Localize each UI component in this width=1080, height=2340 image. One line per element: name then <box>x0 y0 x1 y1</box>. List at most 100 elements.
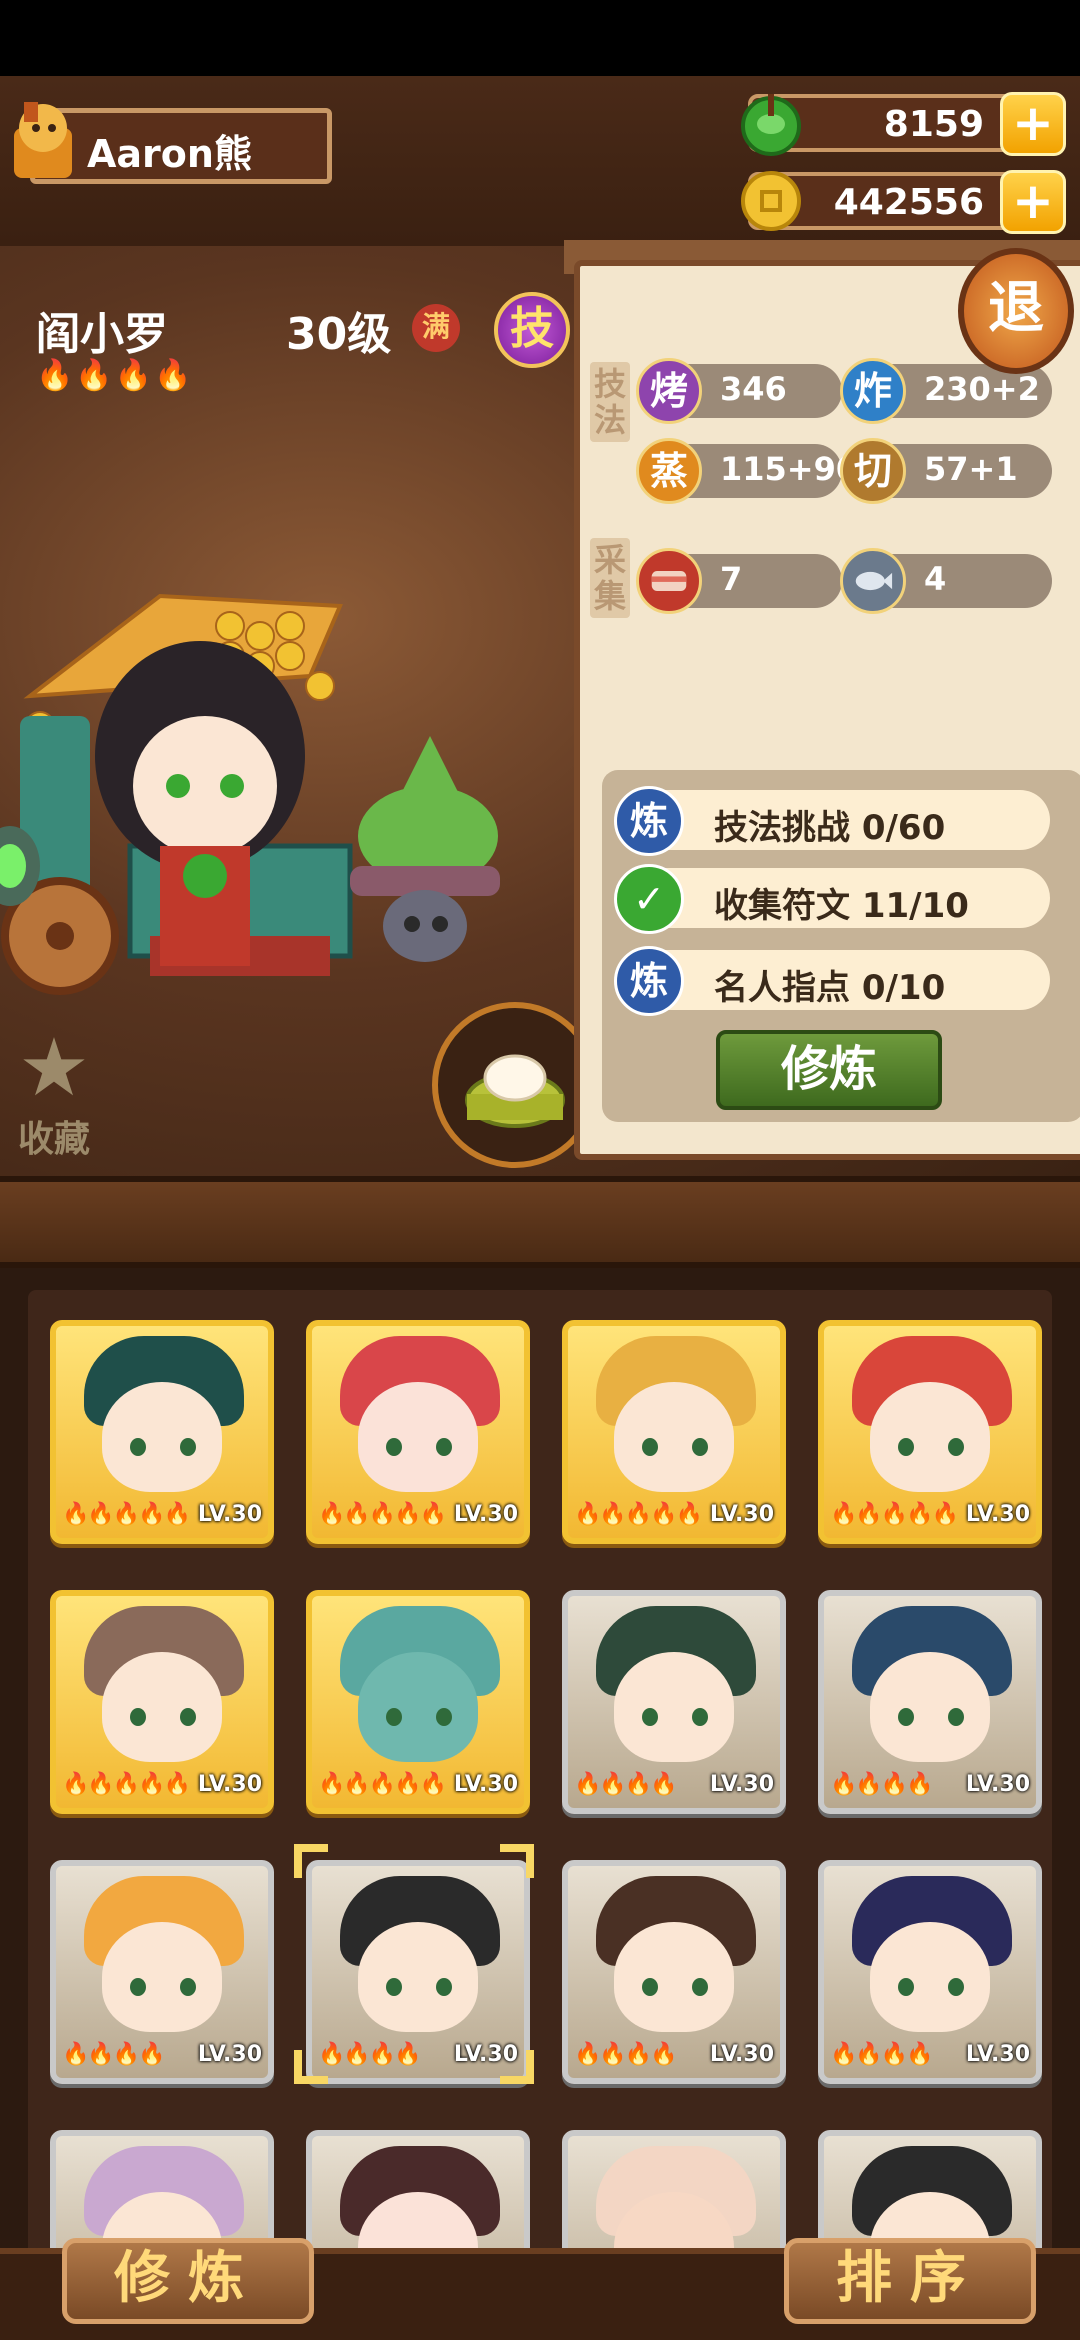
chef-card[interactable]: 🔥🔥🔥🔥🔥 LV.30 <box>306 1320 530 1544</box>
quest-item[interactable]: 炼 技法挑战 0/60 <box>614 786 1050 856</box>
stat-meat: 7 <box>636 548 842 614</box>
character-level: 30级 <box>286 309 392 360</box>
chef-portrait <box>102 1922 222 2032</box>
gold-currency: 442556 + <box>741 170 1066 234</box>
chef-portrait <box>102 1382 222 1492</box>
status-bar <box>0 0 1080 76</box>
chef-level: LV.30 <box>709 1772 774 1797</box>
chef-card[interactable]: 🔥🔥🔥🔥🔥 LV.30 <box>562 1320 786 1544</box>
chef-card[interactable]: 🔥🔥🔥🔥 LV.30 <box>818 1590 1042 1814</box>
chef-eyes <box>382 1438 456 1456</box>
chef-flames: 🔥🔥🔥🔥 <box>574 2042 678 2067</box>
chef-eyes <box>638 1708 712 1726</box>
chef-card[interactable]: 🔥🔥🔥🔥 LV.30 <box>562 1860 786 2084</box>
chef-card[interactable]: 🔥🔥🔥🔥 LV.30 <box>818 1860 1042 2084</box>
chef-card[interactable]: 🔥🔥🔥🔥🔥 LV.30 <box>50 1590 274 1814</box>
chef-card[interactable]: 🔥🔥🔥🔥 LV.30 <box>50 1860 274 2084</box>
sort-button[interactable]: 排序 <box>784 2238 1036 2324</box>
chef-portrait <box>102 1652 222 1762</box>
quest-icon-refine: 炼 <box>614 946 684 1016</box>
steam-icon: 蒸 <box>636 438 702 504</box>
chef-level: LV.30 <box>965 1772 1030 1797</box>
chef-level: LV.30 <box>965 1502 1030 1527</box>
character-portrait <box>0 593 500 995</box>
chef-flames: 🔥🔥🔥🔥🔥 <box>318 1772 447 1797</box>
jade-amount: 8159 <box>883 104 984 145</box>
gold-coin-icon <box>741 171 801 231</box>
cut-value: 57+1 <box>924 450 1018 488</box>
roast-icon: 烤 <box>636 358 702 424</box>
max-level-badge: 满 <box>412 304 460 352</box>
favorite-button[interactable]: ★ 收藏 <box>12 1021 96 1161</box>
chef-eyes <box>894 1708 968 1726</box>
star-flames: 🔥🔥🔥🔥 <box>36 358 194 393</box>
jade-currency: 8159 + <box>741 92 1066 156</box>
fry-icon: 炸 <box>840 358 906 424</box>
chef-level-row: 🔥🔥🔥🔥🔥 LV.30 <box>828 1502 1036 1532</box>
player-avatar-icon[interactable] <box>6 98 80 182</box>
quest-item[interactable]: 炼 名人指点 0/10 <box>614 946 1050 1016</box>
chef-portrait <box>614 1922 734 2032</box>
chef-level: LV.30 <box>197 2042 262 2067</box>
character-name: 阎小罗 <box>36 309 168 360</box>
quest-text: 名人指点 0/10 <box>714 968 946 1008</box>
chef-grid-inner: 🔥🔥🔥🔥🔥 LV.30 🔥🔥🔥🔥🔥 LV.30 🔥🔥🔥🔥🔥 LV.30 🔥🔥🔥🔥🔥 LV.30… <box>28 1290 1052 2340</box>
chef-card[interactable]: 🔥🔥🔥🔥🔥 LV.30 <box>306 1590 530 1814</box>
cut-icon: 切 <box>840 438 906 504</box>
chef-flames: 🔥🔥🔥🔥🔥 <box>62 1502 191 1527</box>
fish-value: 4 <box>924 560 947 598</box>
chef-eyes <box>126 1708 200 1726</box>
jade-icon <box>741 94 801 156</box>
chef-level-row: 🔥🔥🔥🔥🔥 LV.30 <box>316 1502 524 1532</box>
chef-flames: 🔥🔥🔥🔥 <box>62 2042 166 2067</box>
chef-eyes <box>638 1438 712 1456</box>
quest-text: 收集符文 11/10 <box>714 886 969 926</box>
selected-card-frame <box>294 1844 534 2084</box>
stat-cut: 切 57+1 <box>840 438 1052 504</box>
top-header: Aaron熊 8159 + 442556 + <box>0 76 1080 246</box>
meat-value: 7 <box>720 560 743 598</box>
stat-fish: 4 <box>840 548 1052 614</box>
chef-flames: 🔥🔥🔥🔥🔥 <box>318 1502 447 1527</box>
chef-portrait <box>870 1382 990 1492</box>
chef-flames: 🔥🔥🔥🔥🔥 <box>574 1502 703 1527</box>
chef-card[interactable]: 🔥🔥🔥🔥🔥 LV.30 <box>50 1320 274 1544</box>
train-button[interactable]: 修炼 <box>716 1030 942 1110</box>
fish-icon <box>840 548 906 614</box>
chef-portrait <box>614 1652 734 1762</box>
chef-portrait <box>358 1382 478 1492</box>
chef-flames: 🔥🔥🔥🔥🔥 <box>830 1502 959 1527</box>
quest-item[interactable]: ✓ 收集符文 11/10 <box>614 864 1050 934</box>
chef-portrait <box>358 1652 478 1762</box>
add-gold-button[interactable]: + <box>1000 170 1066 234</box>
chef-level: LV.30 <box>453 1502 518 1527</box>
gold-amount: 442556 <box>833 182 984 223</box>
chef-eyes <box>382 1708 456 1726</box>
exit-button[interactable]: 退 <box>958 248 1074 374</box>
roast-value: 346 <box>720 370 787 408</box>
chef-level-row: 🔥🔥🔥🔥 LV.30 <box>828 2042 1036 2072</box>
chef-level: LV.30 <box>709 1502 774 1527</box>
star-icon: ★ <box>18 1021 90 1114</box>
chef-portrait <box>870 1652 990 1762</box>
add-jade-button[interactable]: + <box>1000 92 1066 156</box>
fry-value: 230+2 <box>924 370 1040 408</box>
check-icon: ✓ <box>614 864 684 934</box>
chef-grid: 🔥🔥🔥🔥🔥 LV.30 🔥🔥🔥🔥🔥 LV.30 🔥🔥🔥🔥🔥 LV.30 🔥🔥🔥🔥🔥 LV.30… <box>0 1268 1080 2340</box>
train-bottom-button[interactable]: 修炼 <box>62 2238 314 2324</box>
chef-level-row: 🔥🔥🔥🔥🔥 LV.30 <box>60 1502 268 1532</box>
chef-card[interactable]: 🔥🔥🔥🔥 LV.30 <box>562 1590 786 1814</box>
chef-level-row: 🔥🔥🔥🔥🔥 LV.30 <box>572 1502 780 1532</box>
chef-flames: 🔥🔥🔥🔥🔥 <box>62 1772 191 1797</box>
steamer-icon <box>465 1054 565 1128</box>
chef-level-row: 🔥🔥🔥🔥🔥 LV.30 <box>60 1772 268 1802</box>
chef-eyes <box>894 1438 968 1456</box>
skill-badge-button[interactable]: 技 <box>494 292 570 368</box>
chef-card[interactable]: 🔥🔥🔥🔥🔥 LV.30 <box>818 1320 1042 1544</box>
chef-level: LV.30 <box>197 1502 262 1527</box>
chef-level-row: 🔥🔥🔥🔥 LV.30 <box>572 2042 780 2072</box>
steam-value: 115+90 <box>720 450 859 488</box>
gather-tag: 采集 <box>590 538 630 618</box>
chef-portrait <box>614 1382 734 1492</box>
chef-flames: 🔥🔥🔥🔥 <box>830 2042 934 2067</box>
